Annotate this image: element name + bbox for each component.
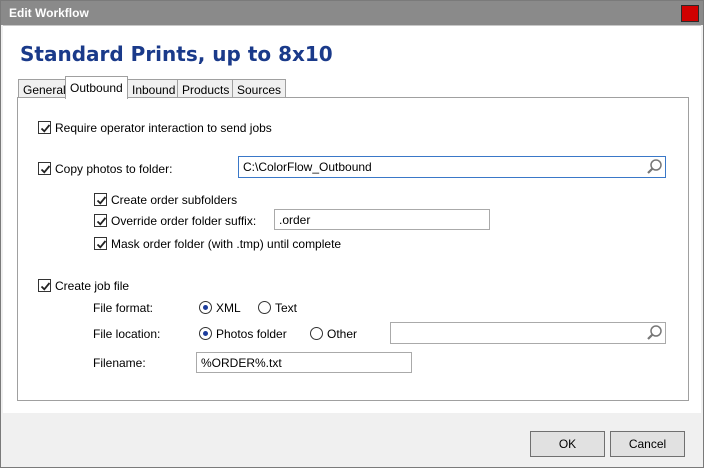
text-label: Text [275, 301, 298, 315]
copy-photos-path-input[interactable]: C:\ColorFlow_Outbound [238, 156, 666, 178]
dialog-content: Standard Prints, up to 8x10 General Outb… [3, 25, 701, 413]
other-label: Other [327, 327, 358, 341]
tab-inbound[interactable]: Inbound [127, 79, 181, 98]
create-subfolders-label: Create order subfolders [111, 193, 238, 207]
override-suffix-label: Override order folder suffix: [111, 214, 257, 228]
tab-outbound[interactable]: Outbound [65, 76, 128, 99]
xml-label: XML [216, 301, 241, 315]
photos-folder-radio[interactable] [199, 327, 212, 340]
edit-workflow-window: Edit Workflow Standard Prints, up to 8x1… [0, 0, 704, 468]
create-job-file-label: Create job file [55, 279, 130, 293]
tab-products[interactable]: Products [177, 79, 235, 98]
order-suffix-input[interactable]: .order [274, 209, 490, 230]
create-job-file-checkbox[interactable] [38, 279, 51, 292]
workflow-heading: Standard Prints, up to 8x10 [20, 42, 333, 66]
copy-photos-label: Copy photos to folder: [55, 162, 173, 176]
browse-location-icon[interactable] [645, 323, 665, 343]
mask-folder-checkbox[interactable] [94, 237, 107, 250]
tab-general[interactable]: General [18, 79, 71, 98]
other-radio[interactable] [310, 327, 323, 340]
xml-radio[interactable] [199, 301, 212, 314]
create-subfolders-checkbox[interactable] [94, 193, 107, 206]
mask-folder-label: Mask order folder (with .tmp) until comp… [111, 237, 342, 251]
photos-folder-label: Photos folder [216, 327, 287, 341]
filename-input[interactable]: %ORDER%.txt [196, 352, 412, 373]
text-radio[interactable] [258, 301, 271, 314]
filename-label: Filename: [93, 356, 146, 370]
window-title: Edit Workflow [9, 6, 89, 20]
ok-button[interactable]: OK [530, 431, 605, 457]
title-bar[interactable]: Edit Workflow [1, 1, 703, 25]
override-suffix-checkbox[interactable] [94, 214, 107, 227]
require-operator-checkbox[interactable] [38, 121, 51, 134]
file-format-label: File format: [93, 301, 154, 315]
require-operator-label: Require operator interaction to send job… [55, 121, 272, 135]
close-button[interactable] [681, 5, 699, 22]
copy-photos-checkbox[interactable] [38, 162, 51, 175]
browse-folder-icon[interactable] [645, 157, 665, 177]
outbound-panel: Require operator interaction to send job… [17, 97, 689, 401]
cancel-button[interactable]: Cancel [610, 431, 685, 457]
file-location-label: File location: [93, 327, 161, 341]
other-location-input[interactable] [390, 322, 666, 344]
tab-sources[interactable]: Sources [232, 79, 287, 98]
